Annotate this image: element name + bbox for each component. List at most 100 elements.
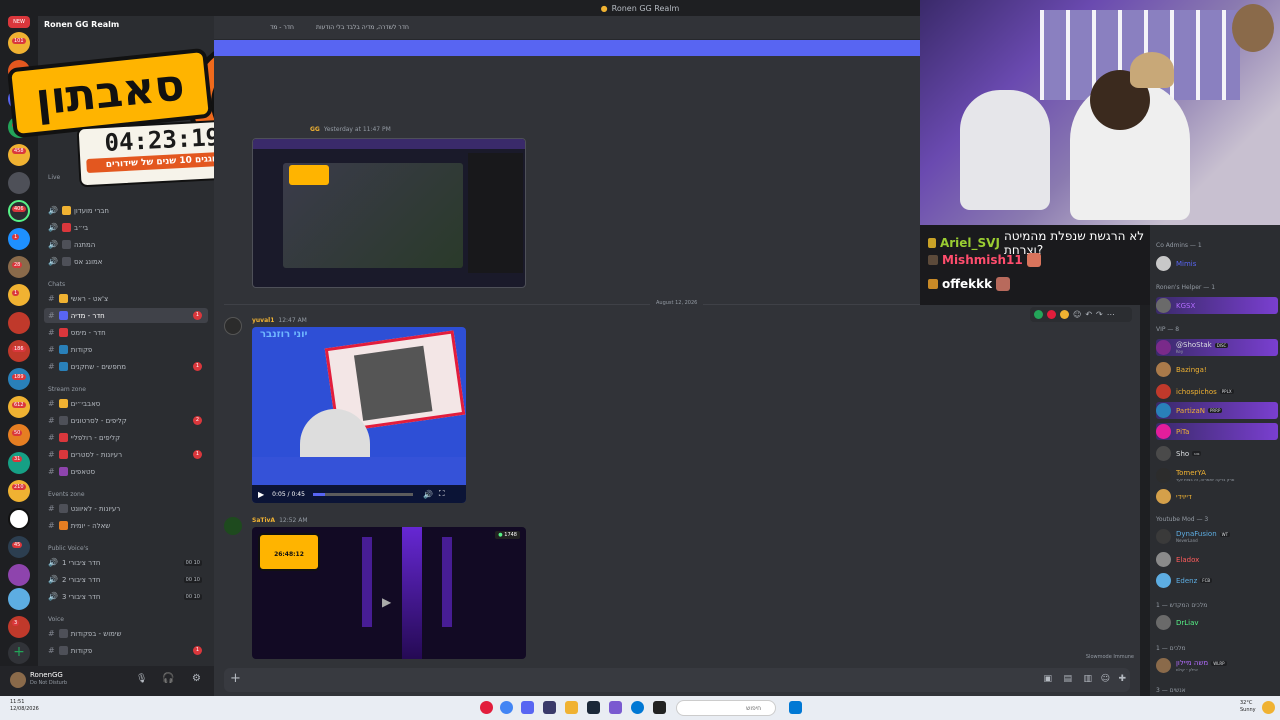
voice-channel[interactable]: 🔊 אמונג אס — [44, 254, 208, 269]
text-channel[interactable]: # צ'אט - ראשי — [44, 291, 208, 306]
text-channel-active[interactable]: # חדר - מדיה 1 — [44, 308, 208, 323]
text-channel[interactable]: # סאבבי״ים — [44, 396, 208, 411]
text-channel[interactable]: # פקודות 1 — [44, 643, 208, 658]
member-item[interactable]: DrLiav — [1156, 614, 1278, 631]
hash-icon: # — [48, 328, 55, 337]
member-item[interactable]: DynaFusion WT NeverLand — [1156, 528, 1278, 545]
text-channel[interactable]: # שאלה - יומית — [44, 518, 208, 533]
member-item[interactable]: Bazinga! — [1156, 361, 1278, 378]
server-icon[interactable] — [8, 564, 30, 586]
text-channel[interactable]: # פקודות — [44, 342, 208, 357]
voice-channel[interactable]: 🔊 חדר ציבורי 1 00 10 — [44, 555, 208, 570]
member-item[interactable]: Edenz FCB — [1156, 572, 1278, 589]
weather-temp: 32°C — [1240, 700, 1253, 706]
reply-icon[interactable]: ↶ — [1085, 310, 1092, 319]
video-attachment[interactable]: יוני רוזנבר ▶ 0:05 / 0:45 🔊 ⛶ — [252, 327, 466, 503]
category-stream-zone[interactable]: Stream zone — [48, 386, 86, 393]
screenshot-attachment[interactable] — [252, 138, 526, 288]
volume-icon[interactable]: 🔊 — [423, 490, 433, 499]
text-channel[interactable]: # שימוש - בפקודות — [44, 626, 208, 641]
voice-channel[interactable]: 🔊 המתנה — [44, 237, 208, 252]
fullscreen-icon[interactable]: ⛶ — [439, 489, 445, 499]
sticker-icon[interactable]: ▥ — [1083, 674, 1092, 684]
category-chats[interactable]: Chats — [48, 281, 65, 288]
voice-channel[interactable]: 🔊 חדר ציבורי 2 00 10 — [44, 572, 208, 587]
app-icon[interactable] — [609, 701, 622, 714]
member-item[interactable]: Sho נוט — [1156, 445, 1278, 462]
member-item[interactable]: PiTa — [1156, 423, 1278, 440]
server-icon[interactable] — [8, 284, 30, 306]
server-icon[interactable] — [8, 312, 30, 334]
server-icon[interactable] — [8, 228, 30, 250]
clock[interactable]: 11:51 12/08/2026 — [10, 699, 39, 713]
emoji-icon[interactable]: ☺ — [1101, 674, 1110, 684]
search-box[interactable]: חיפוש — [676, 700, 776, 716]
category-events-zone[interactable]: Events zone — [48, 491, 85, 498]
message-author[interactable]: yuval1 — [252, 317, 274, 324]
add-reaction-icon[interactable]: ☺ — [1073, 310, 1081, 319]
text-channel[interactable]: # חדר - מימס — [44, 325, 208, 340]
check-reaction-icon[interactable] — [1034, 310, 1043, 319]
avatar[interactable] — [224, 317, 242, 335]
steam-icon[interactable] — [587, 701, 600, 714]
edge-icon[interactable] — [631, 701, 644, 714]
voice-channel[interactable]: 🔊 חדר ציבורי 3 00 10 — [44, 589, 208, 604]
message-author[interactable]: GG — [310, 126, 320, 133]
play-icon[interactable]: ▶ — [258, 490, 264, 499]
member-item[interactable]: Mimis — [1156, 255, 1278, 272]
seek-bar[interactable] — [312, 492, 413, 496]
text-channel[interactable]: # סטאפים — [44, 464, 208, 479]
category-public-voices[interactable]: Public Voice's — [48, 545, 88, 552]
member-item[interactable]: KGSX — [1156, 297, 1278, 314]
terminal-icon[interactable] — [653, 701, 666, 714]
add-server-icon[interactable]: + — [8, 642, 30, 664]
member-item[interactable]: @ShoStak DISC Key — [1156, 339, 1278, 356]
stream-clip-attachment[interactable]: 26:48:12 ● 1748 ▶ — [252, 527, 526, 659]
member-item[interactable]: Eladox — [1156, 551, 1278, 568]
apps-icon[interactable]: ✚ — [1118, 674, 1126, 684]
text-channel[interactable]: # קליפים - לסרטונים 2 — [44, 413, 208, 428]
member-item[interactable]: משה מיילון WLRP איילון - קולם — [1156, 657, 1278, 674]
emoji-reaction-icon[interactable] — [1060, 310, 1069, 319]
settings-gear-icon[interactable]: ⚙ — [192, 673, 201, 684]
avatar[interactable] — [224, 517, 242, 535]
more-options-icon[interactable]: ⋯ — [1107, 310, 1115, 319]
forward-icon[interactable]: ↷ — [1096, 310, 1103, 319]
avatar — [1156, 403, 1171, 418]
member-item[interactable]: דייוידי — [1156, 488, 1278, 505]
new-messages-bar[interactable] — [214, 40, 920, 56]
server-icon[interactable] — [8, 616, 30, 638]
add-attachment-icon[interactable]: + — [230, 671, 241, 686]
member-item[interactable]: ichospichos PPLX — [1156, 383, 1278, 400]
windows-start-icon[interactable] — [789, 701, 802, 714]
chrome-icon[interactable] — [500, 701, 513, 714]
app-icon[interactable] — [543, 701, 556, 714]
message-author[interactable]: SaTivA — [252, 517, 275, 524]
headset-icon[interactable]: 🎧 — [162, 673, 174, 684]
play-icon[interactable]: ▶ — [382, 595, 391, 609]
username[interactable]: RonenGG — [30, 671, 63, 679]
server-icon[interactable] — [8, 588, 30, 610]
member-item[interactable]: TomerYA סרק ברקה יותמרזה, זה בצזת יוער — [1156, 467, 1278, 484]
member-category: Youtube Mod — 3 — [1156, 516, 1209, 523]
message-input[interactable]: + ▣ ▤ ▥ ☺ ✚ — [224, 668, 1130, 692]
heart-reaction-icon[interactable] — [1047, 310, 1056, 319]
member-name: Mimis — [1176, 259, 1197, 268]
microphone-icon[interactable]: 🎙 — [136, 674, 147, 684]
avatar[interactable] — [10, 672, 26, 688]
app-icon[interactable] — [480, 701, 493, 714]
member-item[interactable]: PartizaN PRRP — [1156, 402, 1278, 419]
gift-icon[interactable]: ▣ — [1043, 674, 1052, 684]
file-explorer-icon[interactable] — [565, 701, 578, 714]
gif-icon[interactable]: ▤ — [1063, 674, 1072, 684]
weather[interactable]: 32°C Sunny — [1240, 700, 1256, 714]
voice-channel[interactable]: 🔊 בי״ב — [44, 220, 208, 235]
server-icon[interactable] — [8, 508, 30, 530]
text-channel[interactable]: # מחפשים - שחקנים 1 — [44, 359, 208, 374]
category-voice[interactable]: Voice — [48, 616, 64, 623]
text-channel[interactable]: # רעיונות - לסטרים 1 — [44, 447, 208, 462]
voice-channel[interactable]: 🔊 חברי מועדון — [44, 203, 208, 218]
text-channel[interactable]: # רעיונות - לאיוונט — [44, 501, 208, 516]
text-channel[interactable]: # קליפים - רולפליי — [44, 430, 208, 445]
discord-icon[interactable] — [521, 701, 534, 714]
